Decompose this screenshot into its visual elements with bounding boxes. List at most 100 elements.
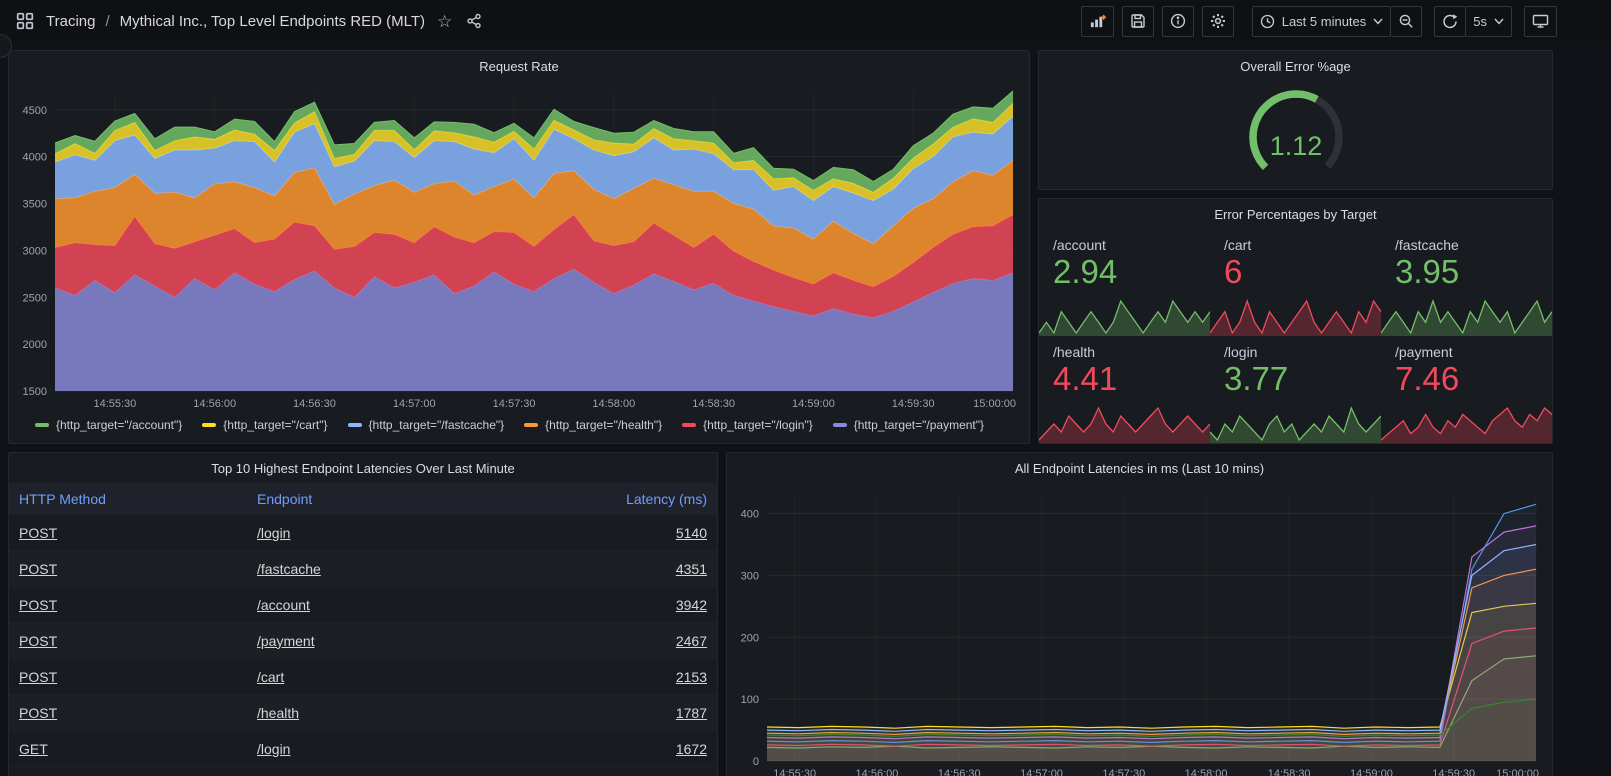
- request-rate-chart: 150020002500300035004000450014:55:3014:5…: [9, 81, 1029, 413]
- x-axis-tick-label: 14:58:30: [1268, 768, 1311, 776]
- stat-value: 3.95: [1395, 253, 1552, 291]
- table-link-method[interactable]: POST: [19, 561, 57, 577]
- table-link-method[interactable]: GET: [19, 741, 48, 757]
- apps-grid-icon[interactable]: [14, 10, 36, 32]
- table-link-method[interactable]: POST: [19, 525, 57, 541]
- table-cell-method: GET: [9, 741, 247, 757]
- legend-item[interactable]: {http_target="/cart"}: [202, 418, 327, 432]
- cycle-view-button[interactable]: [1524, 6, 1557, 37]
- x-axis-tick-label: 15:00:00: [1496, 768, 1539, 776]
- x-axis-tick-label: 14:58:30: [692, 398, 735, 410]
- table-cell-method: POST: [9, 633, 247, 649]
- column-header-method[interactable]: HTTP Method: [9, 483, 247, 515]
- table-link-endpoint[interactable]: /login: [257, 525, 290, 541]
- zoom-out-button[interactable]: [1391, 6, 1422, 37]
- table-link-latency[interactable]: 3942: [676, 597, 707, 613]
- stat-cell-health: /health4.41: [1039, 336, 1210, 443]
- panel-title-all-latencies[interactable]: All Endpoint Latencies in ms (Last 10 mi…: [727, 453, 1552, 483]
- all-latencies-chart: 010020030040014:55:3014:56:0014:56:3014:…: [727, 483, 1552, 776]
- legend-item[interactable]: {http_target="/fastcache"}: [348, 418, 505, 432]
- stat-sparkline: [1039, 401, 1210, 443]
- chevron-down-icon: [1494, 18, 1504, 25]
- y-axis-tick-label: 400: [741, 509, 759, 521]
- x-axis-tick-label: 14:56:30: [293, 398, 336, 410]
- table-row: POST/fastcache 4351: [9, 551, 717, 587]
- x-axis-tick-label: 14:57:30: [493, 398, 536, 410]
- table-cell-method: POST: [9, 705, 247, 721]
- x-axis-tick-label: 14:59:00: [1350, 768, 1393, 776]
- clock-icon: [1260, 14, 1275, 29]
- table-link-latency[interactable]: 1672: [676, 741, 707, 757]
- table-link-latency[interactable]: 2467: [676, 633, 707, 649]
- stat-label: /login: [1224, 344, 1381, 360]
- add-panel-button[interactable]: [1081, 6, 1114, 37]
- panel-title-overall-error[interactable]: Overall Error %age: [1039, 51, 1552, 81]
- legend-item[interactable]: {http_target="/account"}: [35, 418, 182, 432]
- star-icon[interactable]: ☆: [435, 11, 454, 32]
- table-cell-latency: 1672: [537, 741, 717, 757]
- table-link-method[interactable]: POST: [19, 705, 57, 721]
- column-header-latency[interactable]: Latency (ms): [537, 483, 717, 515]
- breadcrumb-app[interactable]: Tracing: [46, 13, 95, 30]
- add-panel-icon: [1089, 13, 1106, 30]
- column-header-endpoint[interactable]: Endpoint: [247, 483, 537, 515]
- table-link-latency[interactable]: 2153: [676, 669, 707, 685]
- zoom-out-icon: [1398, 13, 1414, 29]
- refresh-button[interactable]: [1434, 6, 1466, 37]
- legend-item[interactable]: {http_target="/payment"}: [833, 418, 984, 432]
- table-link-endpoint[interactable]: /fastcache: [257, 561, 321, 577]
- latency-series-line: [767, 545, 1536, 732]
- stat-value: 7.46: [1395, 360, 1552, 398]
- gauge-value: 1.12: [1269, 131, 1322, 161]
- x-axis-tick-label: 14:56:00: [856, 768, 899, 776]
- stat-sparkline: [1210, 294, 1381, 336]
- table-link-endpoint[interactable]: /payment: [257, 633, 315, 649]
- table-link-latency[interactable]: 1787: [676, 705, 707, 721]
- y-axis-tick-label: 2500: [23, 292, 47, 304]
- table-cell-method: POST: [9, 525, 247, 541]
- table-row: POST/cart 2153: [9, 659, 717, 695]
- table-row: POST/health 1787: [9, 695, 717, 731]
- share-icon[interactable]: [464, 11, 484, 31]
- y-axis-tick-label: 2000: [23, 339, 47, 351]
- save-dashboard-button[interactable]: [1122, 6, 1154, 37]
- y-axis-tick-label: 300: [741, 570, 759, 582]
- table-cell-latency: 3942: [537, 597, 717, 613]
- time-range-picker[interactable]: Last 5 minutes: [1252, 6, 1392, 37]
- legend-item[interactable]: {http_target="/login"}: [682, 418, 813, 432]
- panel-title-request-rate[interactable]: Request Rate: [9, 51, 1029, 81]
- table-link-method[interactable]: POST: [19, 597, 57, 613]
- y-axis-tick-label: 1500: [23, 386, 47, 398]
- legend-item[interactable]: {http_target="/health"}: [524, 418, 662, 432]
- x-axis-tick-label: 14:58:00: [1185, 768, 1228, 776]
- y-axis-tick-label: 100: [741, 694, 759, 706]
- panel-title-error-by-target[interactable]: Error Percentages by Target: [1039, 199, 1552, 229]
- panel-title-latency-table[interactable]: Top 10 Highest Endpoint Latencies Over L…: [9, 453, 717, 483]
- top-navbar: Tracing / Mythical Inc., Top Level Endpo…: [0, 0, 1611, 42]
- refresh-interval-dropdown[interactable]: 5s: [1466, 6, 1512, 37]
- legend-series-label: {http_target="/fastcache"}: [369, 418, 505, 432]
- stat-value: 2.94: [1053, 253, 1210, 291]
- table-link-endpoint[interactable]: /cart: [257, 669, 284, 685]
- stat-label: /payment: [1395, 344, 1552, 360]
- table-link-method[interactable]: POST: [19, 633, 57, 649]
- table-link-method[interactable]: POST: [19, 669, 57, 685]
- legend-series-marker: [833, 423, 847, 427]
- x-axis-tick-label: 14:57:00: [393, 398, 436, 410]
- legend-series-label: {http_target="/cart"}: [223, 418, 327, 432]
- table-cell-endpoint: /payment: [247, 633, 537, 649]
- info-circle-icon: [1170, 13, 1186, 29]
- table-link-latency[interactable]: 5140: [676, 525, 707, 541]
- y-axis-tick-label: 3000: [23, 245, 47, 257]
- table-link-endpoint[interactable]: /account: [257, 597, 310, 613]
- table-link-latency[interactable]: 4351: [676, 561, 707, 577]
- dashboard-settings-button[interactable]: [1202, 6, 1234, 37]
- gear-icon: [1210, 13, 1226, 29]
- stat-label: /fastcache: [1395, 237, 1552, 253]
- y-axis-tick-label: 4000: [23, 152, 47, 164]
- table-link-endpoint[interactable]: /login: [257, 741, 290, 757]
- dashboard-insights-button[interactable]: [1162, 6, 1194, 37]
- stat-cell-fastcache: /fastcache3.95: [1381, 229, 1552, 336]
- table-link-endpoint[interactable]: /health: [257, 705, 299, 721]
- x-axis-tick-label: 14:59:00: [792, 398, 835, 410]
